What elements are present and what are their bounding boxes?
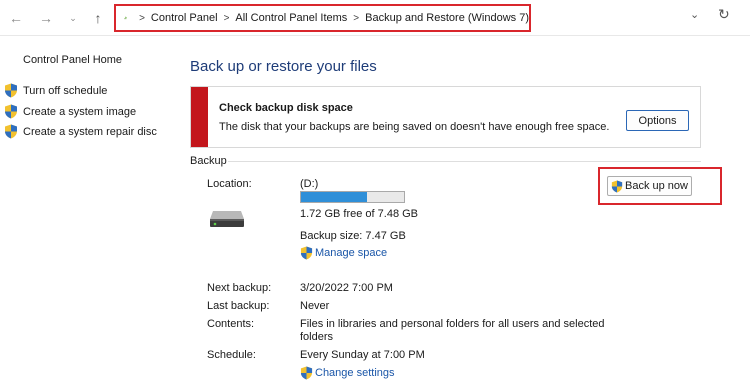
back-up-now-button[interactable]: Back up now bbox=[607, 176, 692, 196]
address-bar[interactable]: > Control Panel > All Control Panel Item… bbox=[114, 4, 531, 32]
chevron-right-icon: > bbox=[223, 12, 230, 24]
shield-icon bbox=[611, 180, 623, 192]
arrow-left-icon[interactable]: ← bbox=[6, 8, 26, 28]
location-value: (D:) bbox=[300, 178, 319, 190]
chevron-down-icon[interactable]: ⌄ bbox=[63, 8, 83, 28]
sidebar-item-label: Create a system repair disc bbox=[23, 125, 157, 138]
contents-value-line2: folders bbox=[300, 331, 334, 343]
chevron-down-icon[interactable]: ⌄ bbox=[690, 8, 699, 21]
refresh-icon[interactable]: ↻ bbox=[718, 6, 730, 23]
last-backup-value: Never bbox=[300, 300, 330, 312]
control-panel-icon bbox=[124, 16, 127, 20]
sidebar-item-create-repair-disc[interactable]: Create a system repair disc bbox=[4, 124, 157, 139]
disk-usage-bar bbox=[300, 191, 405, 203]
arrow-up-icon[interactable]: ↑ bbox=[88, 8, 108, 28]
alert-stripe bbox=[191, 87, 208, 147]
sidebar-home-link[interactable]: Control Panel Home bbox=[23, 54, 122, 66]
schedule-value: Every Sunday at 7:00 PM bbox=[300, 349, 425, 361]
alert-message: The disk that your backups are being sav… bbox=[219, 121, 610, 133]
chevron-right-icon: > bbox=[139, 12, 145, 24]
sidebar-item-turn-off-schedule[interactable]: Turn off schedule bbox=[4, 83, 107, 98]
shield-icon bbox=[5, 124, 17, 139]
alert-title: Check backup disk space bbox=[219, 102, 353, 114]
schedule-label: Schedule: bbox=[207, 349, 256, 361]
shield-icon bbox=[300, 246, 313, 260]
manage-space-link[interactable]: Manage space bbox=[300, 246, 387, 260]
contents-value-line1: Files in libraries and personal folders … bbox=[300, 318, 605, 330]
next-backup-value: 3/20/2022 7:00 PM bbox=[300, 282, 393, 294]
last-backup-label: Last backup: bbox=[207, 300, 270, 312]
sidebar-item-label: Create a system image bbox=[23, 105, 137, 118]
next-backup-label: Next backup: bbox=[207, 282, 272, 294]
shield-icon bbox=[5, 83, 17, 98]
shield-icon bbox=[5, 104, 17, 119]
disk-space-alert: Check backup disk space The disk that yo… bbox=[190, 86, 701, 148]
chevron-right-icon: > bbox=[353, 12, 360, 24]
page-title: Back up or restore your files bbox=[190, 58, 377, 75]
change-settings-link[interactable]: Change settings bbox=[300, 366, 395, 380]
hard-drive-icon bbox=[210, 211, 244, 227]
disk-usage-fill bbox=[301, 192, 367, 202]
section-divider bbox=[228, 161, 701, 162]
change-settings-label: Change settings bbox=[315, 367, 395, 379]
backup-section-label: Backup bbox=[190, 155, 227, 167]
shield-icon bbox=[300, 366, 313, 380]
navigation-bar: ← → ⌄ ↑ > Control Panel > All Control Pa… bbox=[0, 0, 750, 36]
breadcrumb-backup-restore[interactable]: Backup and Restore (Windows 7) bbox=[365, 12, 529, 24]
arrow-right-icon[interactable]: → bbox=[36, 8, 56, 28]
back-up-now-label: Back up now bbox=[625, 180, 688, 192]
options-button[interactable]: Options bbox=[626, 110, 689, 131]
breadcrumb-control-panel[interactable]: Control Panel bbox=[151, 12, 218, 24]
free-space-text: 1.72 GB free of 7.48 GB bbox=[300, 208, 419, 220]
manage-space-label: Manage space bbox=[315, 247, 388, 259]
sidebar-item-label: Turn off schedule bbox=[23, 84, 108, 97]
sidebar-item-create-system-image[interactable]: Create a system image bbox=[4, 104, 136, 119]
contents-label: Contents: bbox=[207, 318, 255, 330]
backup-size-text: Backup size: 7.47 GB bbox=[300, 230, 406, 242]
location-label: Location: bbox=[207, 178, 252, 190]
breadcrumb-all-items[interactable]: All Control Panel Items bbox=[235, 12, 347, 24]
